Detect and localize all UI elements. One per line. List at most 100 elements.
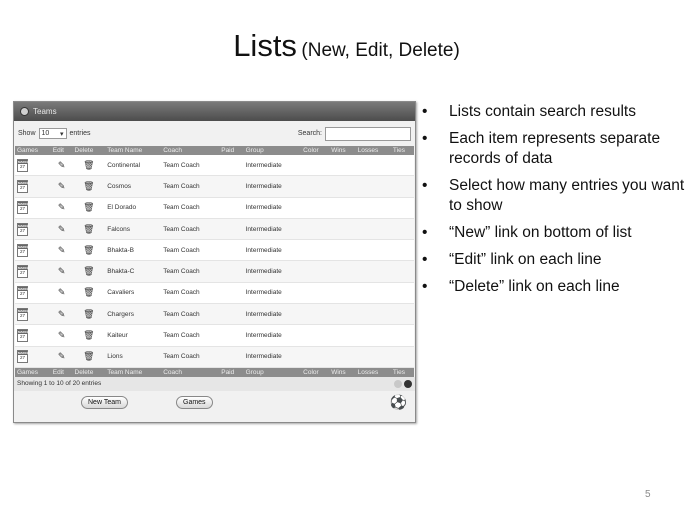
trash-icon[interactable]: 🗑 <box>83 330 94 340</box>
trash-icon[interactable]: 🗑 <box>83 181 94 191</box>
pencil-icon[interactable]: ✎ <box>58 330 66 340</box>
column-header[interactable]: Group <box>243 146 302 155</box>
pencil-icon[interactable]: ✎ <box>58 181 66 191</box>
calendar-icon[interactable]: MARCH 27 <box>17 243 29 257</box>
column-footer: Color <box>301 367 330 377</box>
delete-cell: 🗑 <box>72 282 106 305</box>
paid-cell <box>219 239 244 262</box>
games-cell: MARCH 27 <box>15 260 51 283</box>
delete-cell: 🗑 <box>72 346 106 368</box>
page-number: 5 <box>645 489 651 500</box>
column-header[interactable]: Edit <box>50 146 73 155</box>
calendar-icon[interactable]: MARCH 27 <box>17 307 29 321</box>
color-cell <box>301 324 330 347</box>
team-name-cell: Chargers <box>105 303 162 326</box>
calendar-icon[interactable]: MARCH 27 <box>17 286 29 300</box>
column-header[interactable]: Coach <box>161 146 220 155</box>
calendar-icon[interactable]: MARCH 27 <box>17 179 29 193</box>
paid-cell <box>219 218 244 241</box>
column-header[interactable]: Ties <box>390 146 414 155</box>
color-cell <box>301 155 330 177</box>
column-header[interactable]: Wins <box>329 146 356 155</box>
table-row: MARCH 27 ✎ 🗑 Bhakta-B Team Coach Intermediate <box>15 239 414 262</box>
pencil-icon[interactable]: ✎ <box>58 351 66 361</box>
bullet-item: Lists contain search results <box>420 102 690 122</box>
column-header[interactable]: Delete <box>72 146 106 155</box>
calendar-icon[interactable]: MARCH 27 <box>17 158 29 172</box>
pencil-icon[interactable]: ✎ <box>58 309 66 319</box>
ties-cell <box>390 260 414 283</box>
calendar-day: 27 <box>19 206 25 212</box>
pencil-icon[interactable]: ✎ <box>58 287 66 297</box>
search-input[interactable] <box>325 126 411 141</box>
calendar-icon[interactable]: MARCH 27 <box>17 201 29 215</box>
new-team-button[interactable]: New Team <box>81 395 128 409</box>
trash-icon[interactable]: 🗑 <box>83 160 94 170</box>
pencil-icon[interactable]: ✎ <box>58 160 66 170</box>
losses-cell <box>355 346 391 368</box>
bullet-list: Lists contain search results Each item r… <box>420 102 690 304</box>
losses-cell <box>355 218 391 241</box>
prev-page-icon[interactable] <box>394 379 402 388</box>
trash-icon[interactable]: 🗑 <box>83 245 94 255</box>
column-header[interactable]: Losses <box>355 146 391 155</box>
column-footer: Wins <box>329 367 356 377</box>
table-row: MARCH 27 ✎ 🗑 Bhakta-C Team Coach Intermediate <box>15 260 414 283</box>
trash-icon[interactable]: 🗑 <box>83 202 94 212</box>
wins-cell <box>329 282 356 305</box>
entries-select[interactable]: 10 ▾ <box>38 128 67 139</box>
wins-cell <box>329 303 356 326</box>
games-cell: MARCH 27 <box>15 282 51 305</box>
column-header[interactable]: Games <box>15 146 51 155</box>
trash-icon[interactable]: 🗑 <box>83 351 94 361</box>
trash-icon[interactable]: 🗑 <box>83 266 94 276</box>
paid-cell <box>219 324 244 347</box>
calendar-icon[interactable]: MARCH 27 <box>17 222 29 236</box>
action-bar: New Team Games ⚽ <box>14 391 415 415</box>
team-name-cell: Bhakta-B <box>105 239 162 262</box>
edit-cell: ✎ <box>50 303 73 326</box>
edit-cell: ✎ <box>50 324 73 347</box>
column-header[interactable]: Team Name <box>105 146 162 155</box>
circle-icon[interactable] <box>20 107 29 116</box>
calendar-icon[interactable]: MARCH 27 <box>17 265 29 279</box>
group-cell: Intermediate <box>243 155 302 177</box>
calendar-day: 27 <box>19 163 25 169</box>
pencil-icon[interactable]: ✎ <box>58 245 66 255</box>
color-cell <box>301 282 330 305</box>
paid-cell <box>219 155 244 177</box>
edit-cell: ✎ <box>50 197 73 219</box>
trash-icon[interactable]: 🗑 <box>83 309 94 319</box>
calendar-icon[interactable]: MARCH 27 <box>17 350 29 364</box>
calendar-day: 27 <box>19 248 25 254</box>
games-cell: MARCH 27 <box>15 303 51 326</box>
column-footer: Delete <box>72 367 106 377</box>
edit-cell: ✎ <box>50 155 73 177</box>
group-cell: Intermediate <box>243 175 302 198</box>
trash-icon[interactable]: 🗑 <box>83 224 94 234</box>
pencil-icon[interactable]: ✎ <box>58 202 66 212</box>
column-header[interactable]: Color <box>301 146 330 155</box>
pencil-icon[interactable]: ✎ <box>58 224 66 234</box>
team-name-cell: Kaiteur <box>105 324 162 347</box>
games-button[interactable]: Games <box>176 395 213 409</box>
coach-cell: Team Coach <box>161 155 220 177</box>
entries-info: Showing 1 to 10 of 20 entries <box>17 380 102 388</box>
slide-title-subtitle: (New, Edit, Delete) <box>301 40 460 61</box>
calendar-day: 27 <box>19 270 25 276</box>
color-cell <box>301 260 330 283</box>
next-page-icon[interactable] <box>404 379 412 388</box>
team-name-cell: El Dorado <box>105 197 162 219</box>
color-cell <box>301 346 330 368</box>
team-name-cell: Falcons <box>105 218 162 241</box>
bullet-item: “Edit” link on each line <box>420 250 690 270</box>
color-cell <box>301 175 330 198</box>
losses-cell <box>355 175 391 198</box>
column-header[interactable]: Paid <box>219 146 244 155</box>
wins-cell <box>329 218 356 241</box>
calendar-icon[interactable]: MARCH 27 <box>17 329 29 343</box>
pencil-icon[interactable]: ✎ <box>58 266 66 276</box>
ties-cell <box>390 155 414 177</box>
trash-icon[interactable]: 🗑 <box>83 287 94 297</box>
losses-cell <box>355 324 391 347</box>
